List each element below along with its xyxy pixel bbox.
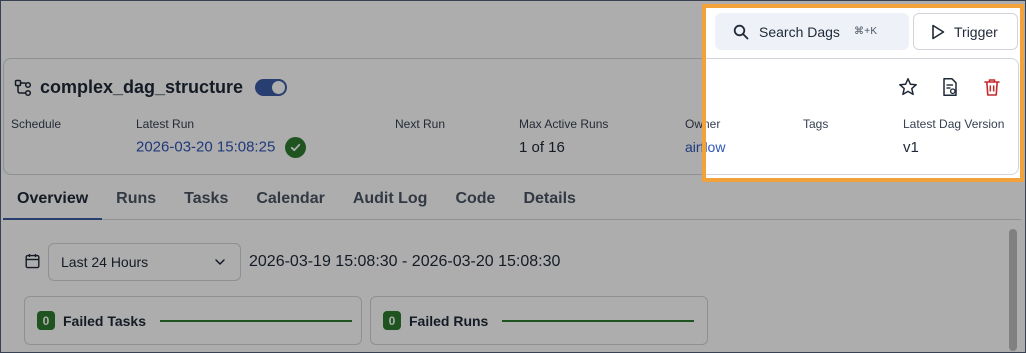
failed-tasks-sparkline	[160, 319, 353, 322]
card-actions	[898, 77, 1002, 97]
failed-tasks-count: 0	[37, 311, 55, 330]
search-dags-button[interactable]: Search Dags ⌘+K	[715, 13, 909, 50]
chevron-down-icon	[215, 259, 225, 265]
dag-pause-toggle[interactable]	[255, 79, 288, 96]
dag-title: complex_dag_structure	[40, 77, 244, 97]
owner-link[interactable]: airflow	[685, 139, 725, 155]
tags-label: Tags	[803, 117, 829, 131]
latest-run-link[interactable]: 2026-03-20 15:08:25	[136, 138, 275, 155]
failed-runs-sparkline	[502, 319, 695, 322]
delete-trash-icon[interactable]	[982, 77, 1002, 97]
max-active-runs-label: Max Active Runs	[519, 117, 609, 131]
failed-runs-card[interactable]: 0 Failed Runs	[370, 296, 708, 345]
tab-code[interactable]: Code	[441, 190, 509, 219]
schedule-label: Schedule	[11, 117, 62, 131]
failed-runs-label: Failed Runs	[409, 312, 489, 329]
failed-tasks-card[interactable]: 0 Failed Tasks	[24, 296, 362, 345]
tab-details[interactable]: Details	[509, 190, 589, 219]
favorite-star-icon[interactable]	[898, 77, 918, 97]
failed-tasks-label: Failed Tasks	[63, 312, 147, 329]
trigger-button[interactable]: Trigger	[913, 13, 1018, 50]
dag-header-card: complex_dag_structure Schedule Latest Ru…	[3, 58, 1019, 175]
calendar-icon	[25, 254, 40, 269]
app-window: Search Dags ⌘+K Trigger complex_dag_stru…	[0, 0, 1026, 353]
search-shortcut-hint: ⌘+K	[853, 26, 878, 37]
tab-bar: Overview Runs Tasks Calendar Audit Log C…	[3, 179, 1021, 220]
tab-tasks[interactable]: Tasks	[170, 190, 242, 219]
tab-runs[interactable]: Runs	[102, 190, 170, 219]
dag-graph-icon	[14, 79, 32, 96]
tab-calendar[interactable]: Calendar	[242, 190, 338, 219]
tab-overview[interactable]: Overview	[3, 190, 103, 220]
latest-run-value-row: 2026-03-20 15:08:25	[136, 137, 307, 158]
max-active-runs-value: 1 of 16	[519, 139, 565, 156]
latest-dag-version-value: v1	[903, 139, 919, 156]
latest-run-label: Latest Run	[136, 117, 195, 131]
owner-label: Owner	[685, 117, 721, 131]
next-run-label: Next Run	[395, 117, 446, 131]
date-range-text: 2026-03-19 15:08:30 - 2026-03-20 15:08:3…	[249, 253, 561, 270]
vertical-scrollbar[interactable]	[1009, 229, 1017, 351]
dag-title-row: complex_dag_structure	[14, 77, 288, 98]
time-range-value: Last 24 Hours	[61, 254, 149, 270]
parse-file-icon[interactable]	[940, 77, 960, 97]
trigger-label: Trigger	[954, 23, 998, 40]
failed-runs-count: 0	[383, 311, 401, 330]
search-icon	[733, 24, 749, 39]
latest-dag-version-label: Latest Dag Version	[903, 117, 1005, 131]
search-dags-label: Search Dags	[759, 23, 840, 40]
play-icon	[932, 24, 945, 39]
success-check-icon	[285, 137, 307, 158]
toggle-knob	[272, 81, 286, 94]
tab-audit-log[interactable]: Audit Log	[339, 190, 442, 219]
time-range-select[interactable]: Last 24 Hours	[48, 243, 241, 281]
